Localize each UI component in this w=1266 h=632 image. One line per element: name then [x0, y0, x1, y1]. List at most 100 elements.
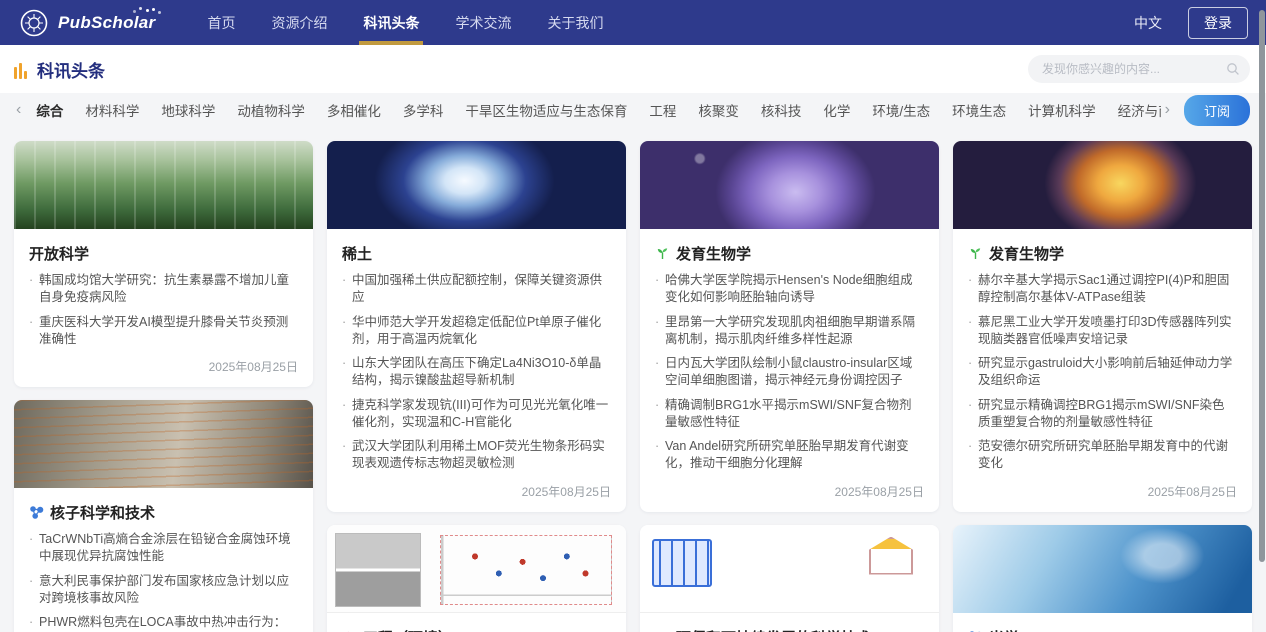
green-campus-image[interactable] [14, 141, 313, 229]
news-item[interactable]: 范安德尔研究所研究单胚胎早期发育中的代谢变化 [968, 438, 1237, 473]
tab-5[interactable]: 多学科 [403, 100, 444, 120]
tab-12[interactable]: 环境生态 [952, 100, 1006, 120]
orange-cell-image[interactable] [953, 141, 1252, 229]
news-item[interactable]: TaCrWNbTi高熵合金涂层在铅铋合金腐蚀环境中展现优异抗腐蚀性能 [29, 531, 298, 566]
news-item[interactable]: Van Andel研究所研究单胚胎早期发育代谢变化，推动干细胞分化理解 [655, 438, 924, 473]
tab-13[interactable]: 计算机科学 [1028, 100, 1096, 120]
tab-10[interactable]: 化学 [823, 100, 850, 120]
card-title[interactable]: 核子科学和技术 [29, 502, 298, 523]
news-item[interactable]: 赫尔辛基大学揭示Sac1通过调控PI(4)P和胆固醇控制高尔基体V-ATPase… [968, 272, 1237, 307]
card-date: 2025年08月25日 [655, 483, 924, 500]
news-card[interactable]: 光学大阪大学开发时间确定性冷冻光学显微镜技术，毫秒冻结细胞捕捉动态瞬间基于多特征… [953, 525, 1252, 632]
news-item[interactable]: 意大利民事保护部门发布国家核应急计划以应对跨境核事故风险 [29, 573, 298, 608]
tabs-next-icon[interactable]: › [1161, 101, 1174, 119]
card-title-text: 核子科学和技术 [50, 502, 155, 523]
news-item[interactable]: 哈佛大学医学院揭示Hensen's Node细胞组成变化如何影响胚胎轴向诱导 [655, 272, 924, 307]
subscribe-button[interactable]: 订阅 [1184, 95, 1250, 126]
tab-4[interactable]: 多相催化 [327, 100, 381, 120]
tab-2[interactable]: 地球科学 [161, 100, 215, 120]
brand-logo[interactable]: PubScholar [58, 13, 155, 33]
login-button[interactable]: 登录 [1188, 7, 1248, 39]
news-item[interactable]: 武汉大学团队利用稀土MOF荧光生物条形码实现表观遗传标志物超灵敏检测 [342, 438, 611, 473]
news-item[interactable]: 里昂第一大学研究发现肌肉祖细胞早期谱系隔离机制，揭示肌肉纤维多样性起源 [655, 314, 924, 349]
energy-diagram-image[interactable] [640, 525, 939, 613]
card-title[interactable]: 发育生物学 [968, 243, 1237, 264]
news-item[interactable]: 慕尼黑工业大学开发喷墨打印3D传感器阵列实现脑类器官低噪声安培记录 [968, 314, 1237, 349]
card-title[interactable]: 环保和可持续发展的科学技术 [655, 627, 924, 632]
card-title-text: 发育生物学 [989, 243, 1064, 264]
search-box[interactable] [1028, 55, 1250, 83]
news-card[interactable]: 开放科学韩国成均馆大学研究：抗生素暴露不增加儿童自身免疫病风险重庆医科大学开发A… [14, 141, 313, 387]
news-item[interactable]: 精确调制BRG1水平揭示mSWI/SNF复合物剂量敏感性特征 [655, 397, 924, 432]
nav-item-3[interactable]: 学术交流 [455, 0, 511, 45]
news-grid: 开放科学韩国成均馆大学研究：抗生素暴露不增加儿童自身免疫病风险重庆医科大学开发A… [0, 127, 1266, 632]
card-date: 2025年08月25日 [342, 483, 611, 500]
card-title[interactable]: 光学 [968, 627, 1237, 632]
card-title[interactable]: 发育生物学 [655, 243, 924, 264]
nav-item-0[interactable]: 首页 [207, 0, 235, 45]
blue-micro-image[interactable] [953, 525, 1252, 613]
category-tabs: 综合 材料科学 地球科学 动植物科学 多相催化 多学科 干旱区生物适应与生态保育 工程 核聚变 核… [25, 100, 1160, 120]
news-card[interactable]: 稀土中国加强稀土供应配额控制，保障关键资源供应华中师范大学开发超稳定低配位Pt单… [327, 141, 626, 512]
cas-logo-icon[interactable] [20, 9, 48, 37]
card-date: 2025年08月25日 [29, 358, 298, 375]
tab-0[interactable]: 综合 [36, 100, 63, 120]
scatter-figure-image[interactable] [327, 525, 626, 613]
tab-14[interactable]: 经济与商业 [1118, 100, 1161, 120]
metal-surface-image[interactable] [14, 400, 313, 488]
news-item[interactable]: 华中师范大学开发超稳定低配位Pt单原子催化剂，用于高温丙烷氧化 [342, 314, 611, 349]
card-title-text: 工程（环境） [363, 627, 453, 632]
news-item[interactable]: 捷克科学家发现钪(III)可作为可见光光氧化唯一催化剂，实现温和C-H官能化 [342, 397, 611, 432]
search-icon[interactable] [1226, 62, 1240, 76]
card-title[interactable]: 开放科学 [29, 243, 298, 264]
card-body: 发育生物学哈佛大学医学院揭示Hensen's Node细胞组成变化如何影响胚胎轴… [640, 229, 939, 512]
tab-9[interactable]: 核科技 [761, 100, 802, 120]
ice-crystal-image[interactable] [327, 141, 626, 229]
news-item[interactable]: 山东大学团队在高压下确定La4Ni3O10-δ单晶结构，揭示镍酸盐超导新机制 [342, 355, 611, 390]
card-body: 开放科学韩国成均馆大学研究：抗生素暴露不增加儿童自身免疫病风险重庆医科大学开发A… [14, 229, 313, 387]
purple-cells-image[interactable] [640, 141, 939, 229]
news-item[interactable]: 研究显示精确调控BRG1揭示mSWI/SNF染色质重塑复合物的剂量敏感性特征 [968, 397, 1237, 432]
tab-7[interactable]: 工程 [649, 100, 676, 120]
news-card[interactable]: 核子科学和技术 TaCrWNbTi高熵合金涂层在铅铋合金腐蚀环境中展现优异抗腐蚀性… [14, 400, 313, 632]
card-title[interactable]: 稀土 [342, 243, 611, 264]
tab-1[interactable]: 材料科学 [85, 100, 139, 120]
nav-item-1[interactable]: 资源介绍 [271, 0, 327, 45]
scrollbar[interactable] [1259, 10, 1265, 562]
nav-item-4[interactable]: 关于我们 [547, 0, 603, 45]
top-navbar: PubScholar 首页资源介绍科讯头条学术交流关于我们 中文 登录 [0, 0, 1266, 45]
news-list: 韩国成均馆大学研究：抗生素暴露不增加儿童自身免疫病风险重庆医科大学开发AI模型提… [29, 272, 298, 348]
category-tabs-bar: ‹ 综合 材料科学 地球科学 动植物科学 多相催化 多学科 干旱区生物适应与生态保育 工程 核聚… [0, 93, 1266, 127]
headline-bars-icon [14, 63, 29, 79]
news-item[interactable]: PHWR燃料包壳在LOCA事故中热冲击行为：氢氧协同效应导致裂纹 [29, 614, 298, 632]
nav-item-2[interactable]: 科讯头条 [363, 0, 419, 45]
news-card[interactable]: 发育生物学哈佛大学医学院揭示Hensen's Node细胞组成变化如何影响胚胎轴… [640, 141, 939, 512]
news-item[interactable]: 重庆医科大学开发AI模型提升膝骨关节炎预测准确性 [29, 314, 298, 349]
news-item[interactable]: 日内瓦大学团队绘制小鼠claustro-insular区域空间单细胞图谱，揭示神… [655, 355, 924, 390]
card-body: 核子科学和技术 TaCrWNbTi高熵合金涂层在铅铋合金腐蚀环境中展现优异抗腐蚀性… [14, 488, 313, 632]
column-0: 开放科学韩国成均馆大学研究：抗生素暴露不增加儿童自身免疫病风险重庆医科大学开发A… [14, 141, 313, 632]
tab-11[interactable]: 环境/生态 [872, 100, 930, 120]
card-body: 稀土中国加强稀土供应配额控制，保障关键资源供应华中师范大学开发超稳定低配位Pt单… [327, 229, 626, 512]
news-item[interactable]: 研究显示gastruloid大小影响前后轴延伸动力学及组织命运 [968, 355, 1237, 390]
tab-8[interactable]: 核聚变 [698, 100, 739, 120]
sprout-icon [655, 246, 670, 261]
card-date: 2025年08月25日 [968, 483, 1237, 500]
news-card[interactable]: 工程（环境）不同来源聚乙烯微塑料衍生的镉（Ⅱ）载体效应的比较研究苏州式园林水体蜡… [327, 525, 626, 632]
main-nav: 首页资源介绍科讯头条学术交流关于我们 [189, 0, 621, 45]
language-switch[interactable]: 中文 [1134, 13, 1162, 33]
news-card[interactable]: 环保和可持续发展的科学技术氨基混合能源系统：技术、优化方法、目标、限制、应用和突… [640, 525, 939, 632]
news-item[interactable]: 中国加强稀土供应配额控制，保障关键资源供应 [342, 272, 611, 307]
column-1: 稀土中国加强稀土供应配额控制，保障关键资源供应华中师范大学开发超稳定低配位Pt单… [327, 141, 626, 632]
card-body: 环保和可持续发展的科学技术氨基混合能源系统：技术、优化方法、目标、限制、应用和突… [640, 613, 939, 632]
tab-3[interactable]: 动植物科学 [237, 100, 305, 120]
card-body: 光学大阪大学开发时间确定性冷冻光学显微镜技术，毫秒冻结细胞捕捉动态瞬间基于多特征… [953, 613, 1252, 632]
news-item[interactable]: 韩国成均馆大学研究：抗生素暴露不增加儿童自身免疫病风险 [29, 272, 298, 307]
news-list: 哈佛大学医学院揭示Hensen's Node细胞组成变化如何影响胚胎轴向诱导里昂… [655, 272, 924, 473]
news-card[interactable]: 发育生物学赫尔辛基大学揭示Sac1通过调控PI(4)P和胆固醇控制高尔基体V-A… [953, 141, 1252, 512]
card-title-text: 光学 [989, 627, 1019, 632]
search-input[interactable] [1042, 62, 1226, 76]
card-title[interactable]: 工程（环境） [342, 627, 611, 632]
tabs-prev-icon[interactable]: ‹ [12, 101, 25, 119]
tab-6[interactable]: 干旱区生物适应与生态保育 [465, 100, 627, 120]
